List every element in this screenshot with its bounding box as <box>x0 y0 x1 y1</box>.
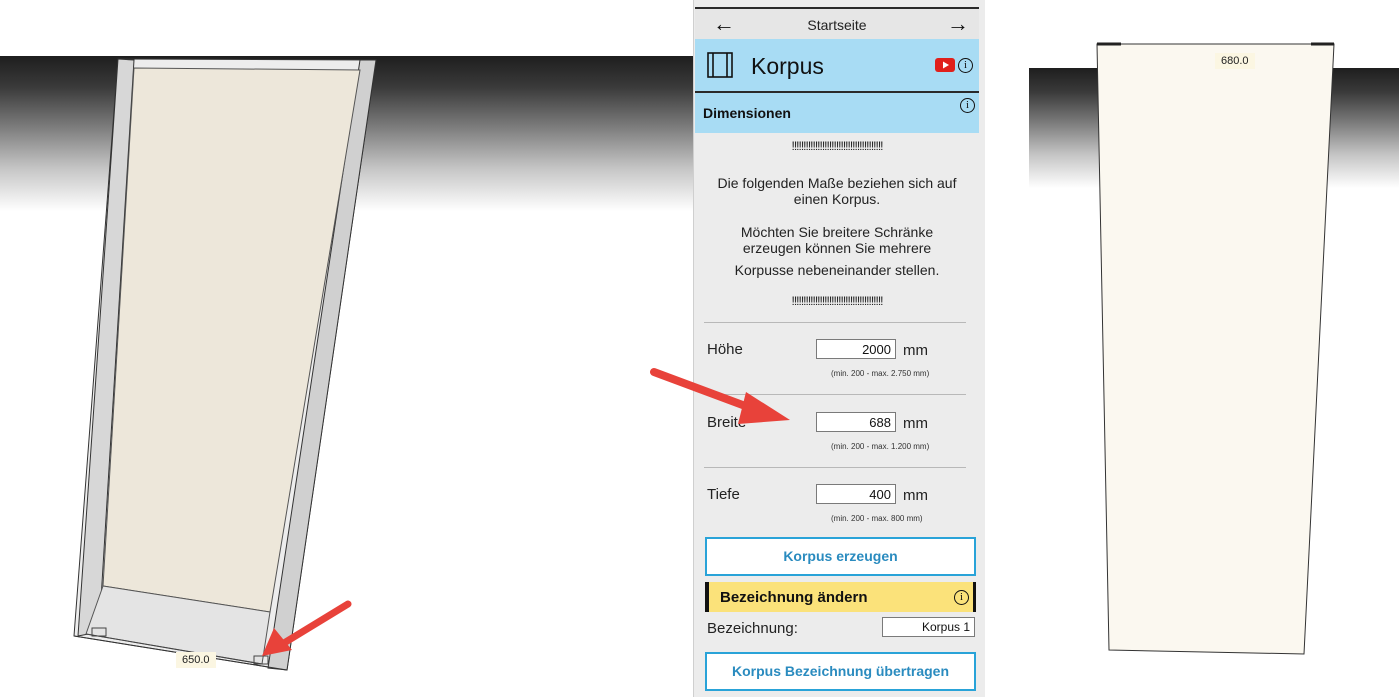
note-text: einen Korpus. <box>793 191 881 207</box>
youtube-icon[interactable] <box>935 58 955 72</box>
rename-title: Bezeichnung ändern <box>720 589 868 606</box>
section-header: Dimensionen i <box>695 93 979 133</box>
transfer-name-button[interactable]: Korpus Bezeichnung übertragen <box>705 652 976 691</box>
dimension-label: 680.0 <box>1215 53 1255 69</box>
name-input[interactable] <box>882 617 975 637</box>
field-unit: mm <box>903 487 928 504</box>
note-text: Möchten Sie breitere Schränke <box>740 224 934 240</box>
divider <box>704 322 966 323</box>
section-title: Dimensionen <box>703 105 791 121</box>
note-text: erzeugen können Sie mehrere <box>742 240 932 256</box>
width-input[interactable] <box>816 412 896 432</box>
page-title: Korpus <box>751 53 824 79</box>
properties-panel: ← Startseite → Korpus i Dimensionen i !!… <box>693 0 986 697</box>
field-label-height: Höhe <box>707 341 743 358</box>
rename-section-header: Bezeichnung ändern i <box>705 582 976 612</box>
nav-title[interactable]: Startseite <box>695 17 979 33</box>
field-hint: (min. 200 - max. 2.750 mm) <box>831 369 930 378</box>
note-text: Korpusse nebeneinander stellen. <box>734 262 940 278</box>
warning-marks: !!!!!!!!!!!!!!!!!!!!!!!!!!!!!!!!!!!!!!! <box>791 294 883 308</box>
info-icon[interactable]: i <box>960 98 975 113</box>
field-label-depth: Tiefe <box>707 486 740 503</box>
cabinet-icon <box>707 52 733 78</box>
annotation-arrow-icon <box>650 368 790 424</box>
cabinet-3d-view <box>73 58 377 671</box>
nav-bar: ← Startseite → <box>695 7 979 39</box>
field-hint: (min. 200 - max. 800 mm) <box>831 514 923 523</box>
depth-input[interactable] <box>816 484 896 504</box>
cabinet-front-view <box>1096 42 1335 655</box>
field-hint: (min. 200 - max. 1.200 mm) <box>831 442 930 451</box>
warning-marks: !!!!!!!!!!!!!!!!!!!!!!!!!!!!!!!!!!!!!!! <box>791 139 883 153</box>
field-unit: mm <box>903 415 928 432</box>
name-label: Bezeichnung: <box>707 620 798 637</box>
viewport-right[interactable]: 680.0 <box>1029 0 1399 697</box>
dimension-label: 650.0 <box>176 652 216 668</box>
field-unit: mm <box>903 342 928 359</box>
create-korpus-button[interactable]: Korpus erzeugen <box>705 537 976 576</box>
viewport-gap <box>985 0 1029 697</box>
info-icon[interactable]: i <box>958 58 973 73</box>
height-input[interactable] <box>816 339 896 359</box>
divider <box>704 467 966 468</box>
viewport-left[interactable]: 650.0 <box>0 0 693 697</box>
panel-header: Korpus i <box>695 39 979 93</box>
note-text: Die folgenden Maße beziehen sich auf <box>717 175 957 191</box>
info-icon[interactable]: i <box>954 590 969 605</box>
arrow-right-icon[interactable]: → <box>947 13 969 35</box>
